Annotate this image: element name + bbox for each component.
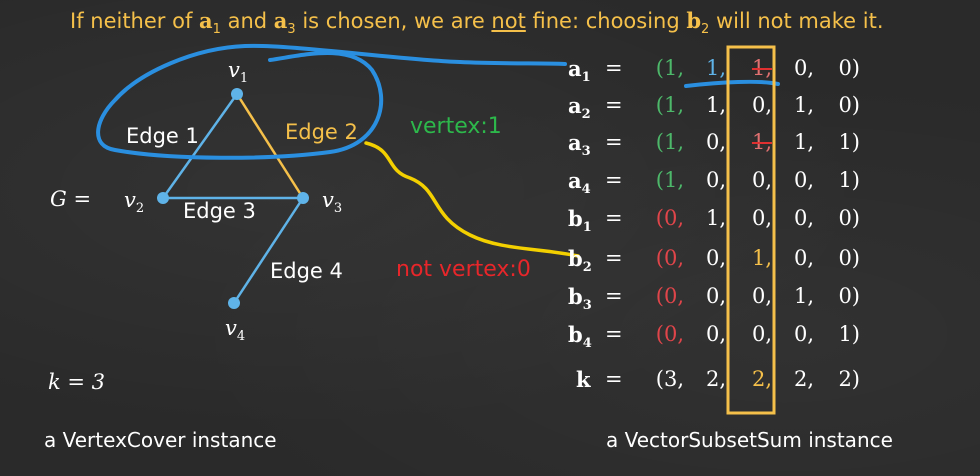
vertex-one-note: vertex:1 bbox=[410, 114, 502, 139]
edge-2-line bbox=[235, 93, 305, 199]
vector-name: a2 bbox=[568, 93, 591, 123]
vertex-v4-dot bbox=[228, 297, 240, 309]
vertex-v1-label: v1 bbox=[228, 58, 249, 87]
vector-name: a4 bbox=[568, 168, 591, 198]
vertex-v2-dot bbox=[157, 192, 169, 204]
edge-4-label: Edge 4 bbox=[270, 259, 343, 283]
vertex-v3-label: v3 bbox=[322, 188, 343, 217]
caption-left: a VertexCover instance bbox=[44, 428, 277, 452]
edge-2-label: Edge 2 bbox=[285, 120, 358, 144]
edge-1-label: Edge 1 bbox=[126, 124, 199, 148]
vertex-v4-label: v4 bbox=[225, 316, 246, 345]
blue-underline-annotation bbox=[684, 79, 780, 88]
graph-g-label: G = bbox=[50, 187, 92, 211]
vertex-v2-label: v2 bbox=[124, 188, 145, 217]
yellow-curve-annotation bbox=[364, 141, 580, 258]
vector-name: b3 bbox=[568, 284, 592, 314]
vector-name: b2 bbox=[568, 246, 592, 276]
caption-right: a VectorSubsetSum instance bbox=[606, 428, 893, 452]
vector-name: b4 bbox=[568, 322, 592, 352]
vector-name: b1 bbox=[568, 206, 592, 236]
edge-3-label: Edge 3 bbox=[183, 199, 256, 223]
k-label: k = 3 bbox=[48, 370, 106, 394]
not-vertex-zero-note: not vertex:0 bbox=[396, 257, 531, 282]
vector-name: a3 bbox=[568, 130, 591, 160]
vertex-v1-dot bbox=[231, 88, 243, 100]
vector-name: k bbox=[576, 367, 591, 392]
vertex-v3-dot bbox=[297, 192, 309, 204]
vector-name: a1 bbox=[568, 56, 591, 86]
